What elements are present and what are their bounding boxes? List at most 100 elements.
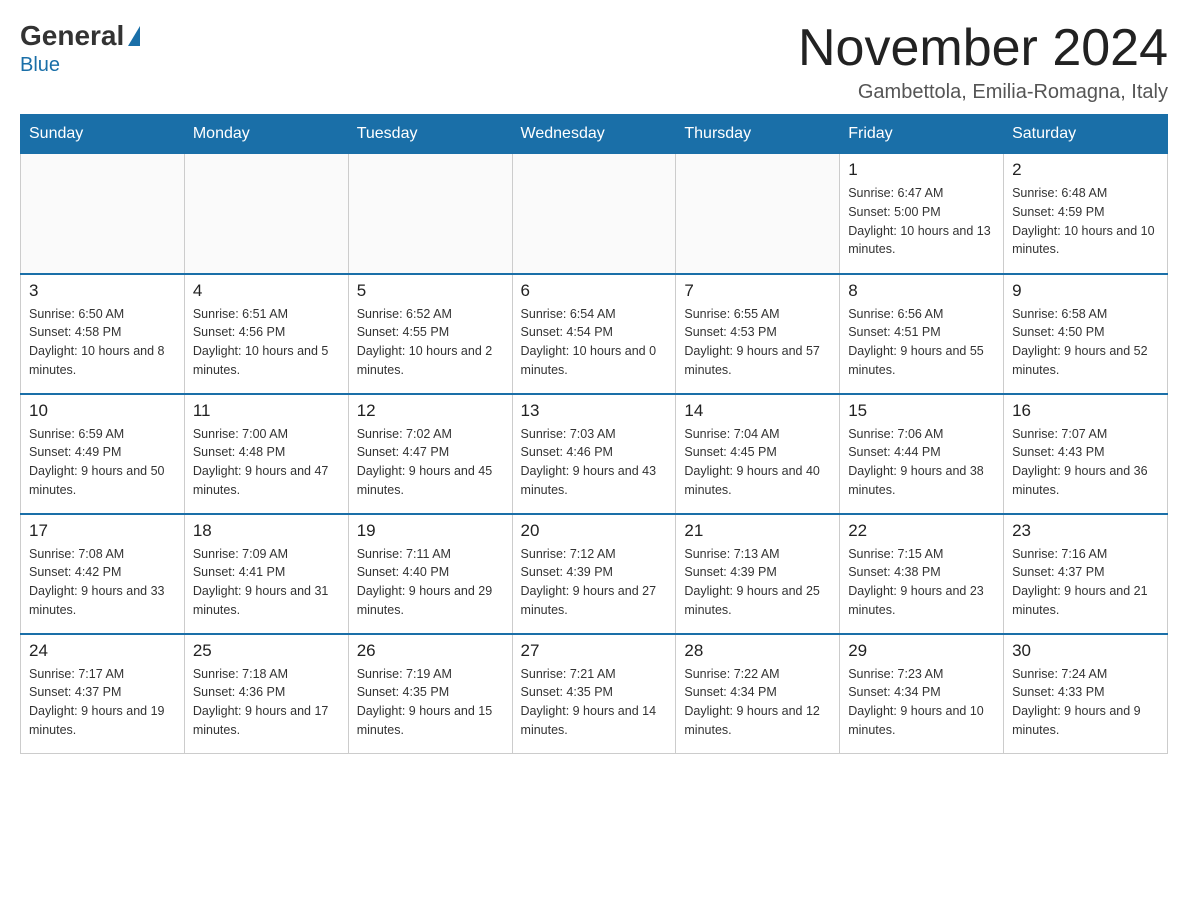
logo-general-text: General — [20, 20, 124, 52]
calendar-day-cell: 17 Sunrise: 7:08 AM Sunset: 4:42 PM Dayli… — [21, 514, 185, 634]
day-info: Sunrise: 7:17 AM Sunset: 4:37 PM Dayligh… — [29, 665, 176, 740]
day-info: Sunrise: 7:11 AM Sunset: 4:40 PM Dayligh… — [357, 545, 504, 620]
logo-blue-text: Blue — [20, 54, 60, 77]
day-number: 9 — [1012, 281, 1159, 301]
calendar-day-cell: 8 Sunrise: 6:56 AM Sunset: 4:51 PM Daylig… — [840, 274, 1004, 394]
calendar-day-cell: 14 Sunrise: 7:04 AM Sunset: 4:45 PM Dayli… — [676, 394, 840, 514]
day-info: Sunrise: 7:06 AM Sunset: 4:44 PM Dayligh… — [848, 425, 995, 500]
day-number: 28 — [684, 641, 831, 661]
day-number: 21 — [684, 521, 831, 541]
calendar-day-cell: 3 Sunrise: 6:50 AM Sunset: 4:58 PM Daylig… — [21, 274, 185, 394]
day-number: 8 — [848, 281, 995, 301]
day-info: Sunrise: 7:16 AM Sunset: 4:37 PM Dayligh… — [1012, 545, 1159, 620]
day-number: 27 — [521, 641, 668, 661]
day-info: Sunrise: 7:24 AM Sunset: 4:33 PM Dayligh… — [1012, 665, 1159, 740]
location-text: Gambettola, Emilia-Romagna, Italy — [798, 81, 1168, 104]
calendar-table: SundayMondayTuesdayWednesdayThursdayFrid… — [20, 114, 1168, 754]
day-info: Sunrise: 6:58 AM Sunset: 4:50 PM Dayligh… — [1012, 305, 1159, 380]
calendar-day-cell: 15 Sunrise: 7:06 AM Sunset: 4:44 PM Dayli… — [840, 394, 1004, 514]
day-info: Sunrise: 6:51 AM Sunset: 4:56 PM Dayligh… — [193, 305, 340, 380]
calendar-day-cell: 5Sunrise: 6:52 AM Sunset: 4:55 PM Daylig… — [348, 274, 512, 394]
calendar-day-cell: 20 Sunrise: 7:12 AM Sunset: 4:39 PM Dayli… — [512, 514, 676, 634]
day-number: 20 — [521, 521, 668, 541]
day-info: Sunrise: 7:22 AM Sunset: 4:34 PM Dayligh… — [684, 665, 831, 740]
calendar-day-cell: 29Sunrise: 7:23 AM Sunset: 4:34 PM Dayli… — [840, 634, 1004, 754]
weekday-header-friday: Friday — [840, 115, 1004, 154]
day-number: 19 — [357, 521, 504, 541]
day-info: Sunrise: 7:04 AM Sunset: 4:45 PM Dayligh… — [684, 425, 831, 500]
day-number: 7 — [684, 281, 831, 301]
day-info: Sunrise: 7:12 AM Sunset: 4:39 PM Dayligh… — [521, 545, 668, 620]
day-number: 24 — [29, 641, 176, 661]
day-number: 30 — [1012, 641, 1159, 661]
day-number: 5 — [357, 281, 504, 301]
day-info: Sunrise: 7:18 AM Sunset: 4:36 PM Dayligh… — [193, 665, 340, 740]
calendar-day-cell: 16 Sunrise: 7:07 AM Sunset: 4:43 PM Dayli… — [1004, 394, 1168, 514]
calendar-day-cell: 2Sunrise: 6:48 AM Sunset: 4:59 PM Daylig… — [1004, 154, 1168, 274]
weekday-header-thursday: Thursday — [676, 115, 840, 154]
calendar-header-row: SundayMondayTuesdayWednesdayThursdayFrid… — [21, 115, 1168, 154]
day-number: 4 — [193, 281, 340, 301]
day-number: 10 — [29, 401, 176, 421]
calendar-day-cell: 7 Sunrise: 6:55 AM Sunset: 4:53 PM Daylig… — [676, 274, 840, 394]
calendar-week-4: 17 Sunrise: 7:08 AM Sunset: 4:42 PM Dayli… — [21, 514, 1168, 634]
day-info: Sunrise: 6:55 AM Sunset: 4:53 PM Dayligh… — [684, 305, 831, 380]
page-header: General Blue November 2024 Gambettola, E… — [20, 20, 1168, 104]
weekday-header-saturday: Saturday — [1004, 115, 1168, 154]
day-number: 13 — [521, 401, 668, 421]
logo: General Blue — [20, 20, 140, 77]
weekday-header-wednesday: Wednesday — [512, 115, 676, 154]
day-number: 6 — [521, 281, 668, 301]
calendar-day-cell: 9 Sunrise: 6:58 AM Sunset: 4:50 PM Daylig… — [1004, 274, 1168, 394]
day-info: Sunrise: 7:19 AM Sunset: 4:35 PM Dayligh… — [357, 665, 504, 740]
calendar-day-cell: 11Sunrise: 7:00 AM Sunset: 4:48 PM Dayli… — [184, 394, 348, 514]
calendar-day-cell: 24 Sunrise: 7:17 AM Sunset: 4:37 PM Dayli… — [21, 634, 185, 754]
calendar-day-cell: 19 Sunrise: 7:11 AM Sunset: 4:40 PM Dayli… — [348, 514, 512, 634]
day-info: Sunrise: 7:03 AM Sunset: 4:46 PM Dayligh… — [521, 425, 668, 500]
day-info: Sunrise: 7:02 AM Sunset: 4:47 PM Dayligh… — [357, 425, 504, 500]
day-info: Sunrise: 7:09 AM Sunset: 4:41 PM Dayligh… — [193, 545, 340, 620]
calendar-day-cell — [21, 154, 185, 274]
calendar-day-cell: 13 Sunrise: 7:03 AM Sunset: 4:46 PM Dayli… — [512, 394, 676, 514]
calendar-day-cell: 6 Sunrise: 6:54 AM Sunset: 4:54 PM Daylig… — [512, 274, 676, 394]
calendar-day-cell: 22Sunrise: 7:15 AM Sunset: 4:38 PM Dayli… — [840, 514, 1004, 634]
day-number: 1 — [848, 160, 995, 180]
day-number: 12 — [357, 401, 504, 421]
calendar-day-cell: 12 Sunrise: 7:02 AM Sunset: 4:47 PM Dayli… — [348, 394, 512, 514]
calendar-day-cell — [512, 154, 676, 274]
day-number: 22 — [848, 521, 995, 541]
day-number: 18 — [193, 521, 340, 541]
month-title: November 2024 — [798, 20, 1168, 77]
calendar-week-5: 24 Sunrise: 7:17 AM Sunset: 4:37 PM Dayli… — [21, 634, 1168, 754]
day-number: 2 — [1012, 160, 1159, 180]
calendar-day-cell: 28 Sunrise: 7:22 AM Sunset: 4:34 PM Dayli… — [676, 634, 840, 754]
day-number: 25 — [193, 641, 340, 661]
day-info: Sunrise: 7:08 AM Sunset: 4:42 PM Dayligh… — [29, 545, 176, 620]
day-number: 3 — [29, 281, 176, 301]
calendar-day-cell: 21Sunrise: 7:13 AM Sunset: 4:39 PM Dayli… — [676, 514, 840, 634]
calendar-day-cell: 30 Sunrise: 7:24 AM Sunset: 4:33 PM Dayli… — [1004, 634, 1168, 754]
logo-triangle-icon — [128, 26, 140, 46]
day-number: 14 — [684, 401, 831, 421]
day-number: 16 — [1012, 401, 1159, 421]
day-info: Sunrise: 6:56 AM Sunset: 4:51 PM Dayligh… — [848, 305, 995, 380]
weekday-header-sunday: Sunday — [21, 115, 185, 154]
day-info: Sunrise: 7:07 AM Sunset: 4:43 PM Dayligh… — [1012, 425, 1159, 500]
day-info: Sunrise: 6:47 AM Sunset: 5:00 PM Dayligh… — [848, 184, 995, 259]
calendar-day-cell: 10 Sunrise: 6:59 AM Sunset: 4:49 PM Dayli… — [21, 394, 185, 514]
day-number: 23 — [1012, 521, 1159, 541]
day-info: Sunrise: 6:59 AM Sunset: 4:49 PM Dayligh… — [29, 425, 176, 500]
calendar-week-3: 10 Sunrise: 6:59 AM Sunset: 4:49 PM Dayli… — [21, 394, 1168, 514]
calendar-day-cell — [676, 154, 840, 274]
day-number: 17 — [29, 521, 176, 541]
calendar-day-cell: 23 Sunrise: 7:16 AM Sunset: 4:37 PM Dayli… — [1004, 514, 1168, 634]
day-info: Sunrise: 6:50 AM Sunset: 4:58 PM Dayligh… — [29, 305, 176, 380]
calendar-day-cell: 18 Sunrise: 7:09 AM Sunset: 4:41 PM Dayli… — [184, 514, 348, 634]
weekday-header-tuesday: Tuesday — [348, 115, 512, 154]
day-info: Sunrise: 6:54 AM Sunset: 4:54 PM Dayligh… — [521, 305, 668, 380]
calendar-week-1: 1 Sunrise: 6:47 AM Sunset: 5:00 PM Daylig… — [21, 154, 1168, 274]
day-number: 15 — [848, 401, 995, 421]
day-number: 29 — [848, 641, 995, 661]
day-info: Sunrise: 7:00 AM Sunset: 4:48 PM Dayligh… — [193, 425, 340, 500]
calendar-day-cell: 25 Sunrise: 7:18 AM Sunset: 4:36 PM Dayli… — [184, 634, 348, 754]
